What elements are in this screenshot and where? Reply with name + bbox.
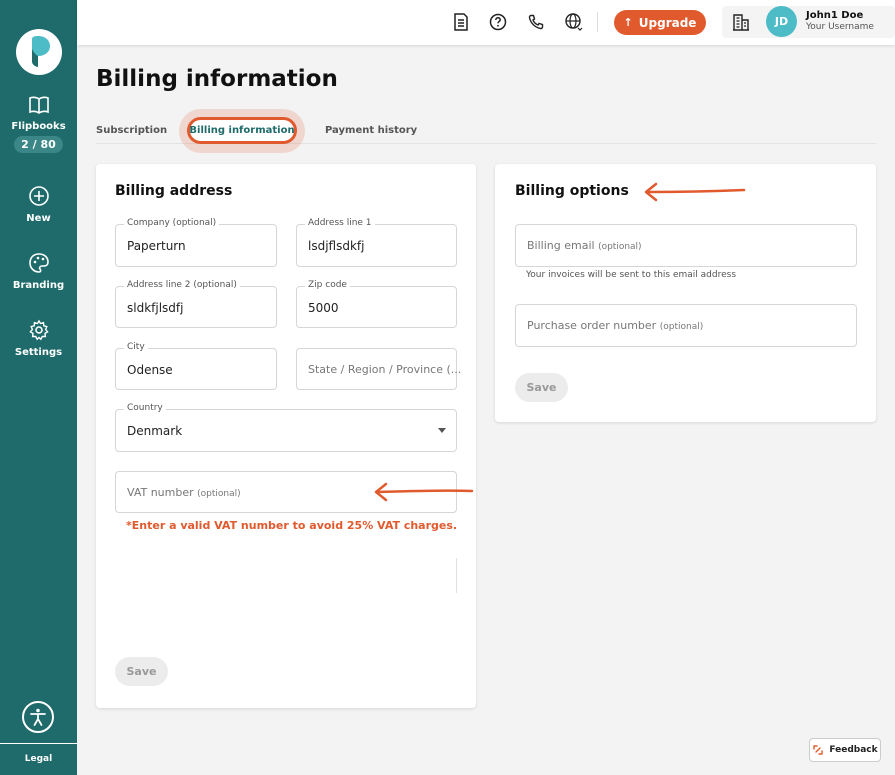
user-username: Your Username: [806, 22, 874, 32]
gear-icon: [28, 319, 49, 341]
zip-code-value: 5000: [308, 301, 339, 315]
vat-number-placeholder: VAT number (optional): [127, 486, 241, 499]
app-logo[interactable]: [16, 29, 62, 75]
city-field[interactable]: City Odense: [115, 342, 277, 390]
sidebar: Flipbooks 2 / 80 New Branding Settings L…: [0, 0, 77, 775]
state-placeholder: State / Region / Province (...: [308, 363, 462, 376]
top-header: ↑ Upgrade JD John1 Doe Your Username: [77, 0, 895, 45]
plus-circle-icon: [28, 186, 49, 206]
sidebar-item-label: Settings: [14, 347, 63, 358]
sidebar-item-settings[interactable]: Settings: [0, 319, 77, 358]
billing-options-title: Billing options: [515, 183, 629, 199]
address-line-1-field[interactable]: Address line 1 lsdjflsdkfj: [296, 218, 457, 267]
country-label: Country: [124, 403, 166, 413]
caret-down-icon: [438, 428, 446, 433]
feedback-button[interactable]: Feedback: [809, 738, 881, 762]
building-icon[interactable]: [732, 13, 750, 35]
company-field[interactable]: Company (optional) Paperturn: [115, 218, 277, 267]
company-label: Company (optional): [124, 218, 220, 228]
sidebar-item-label: New: [26, 213, 51, 224]
book-icon: [28, 96, 49, 114]
palette-icon: [28, 253, 49, 273]
address-line-2-value: sldkfjlsdfj: [127, 301, 184, 315]
upgrade-button[interactable]: ↑ Upgrade: [614, 10, 706, 35]
tab-payment-history[interactable]: Payment history: [325, 125, 417, 136]
zip-code-field[interactable]: Zip code 5000: [296, 280, 457, 328]
feedback-icon: [813, 745, 824, 755]
avatar[interactable]: JD: [766, 6, 797, 37]
state-field[interactable]: State / Region / Province (...: [296, 348, 461, 390]
help-icon[interactable]: [488, 12, 508, 32]
tab-subscription[interactable]: Subscription: [96, 125, 167, 136]
language-globe-icon[interactable]: [564, 12, 584, 32]
billing-email-helper: Your invoices will be sent to this email…: [526, 270, 737, 280]
zip-code-label: Zip code: [305, 280, 350, 290]
scroll-divider: [456, 558, 457, 593]
country-select[interactable]: Country Denmark: [115, 403, 457, 452]
phone-icon[interactable]: [526, 12, 546, 32]
sidebar-item-label: Flipbooks: [11, 121, 66, 132]
accessibility-button[interactable]: [22, 701, 54, 733]
account-menu[interactable]: JD John1 Doe Your Username: [722, 6, 895, 38]
sidebar-item-branding[interactable]: Branding: [0, 252, 77, 291]
arrow-up-icon: ↑: [623, 16, 633, 29]
address-line-1-label: Address line 1: [305, 218, 375, 228]
annotation-arrow-icon: [644, 182, 746, 202]
sidebar-divider: [0, 743, 77, 744]
company-value: Paperturn: [127, 239, 186, 253]
billing-email-placeholder: Billing email (optional): [527, 239, 642, 252]
purchase-order-placeholder: Purchase order number (optional): [527, 319, 704, 332]
country-value: Denmark: [127, 424, 183, 438]
purchase-order-field[interactable]: Purchase order number (optional): [515, 304, 857, 347]
billing-address-save-button[interactable]: Save: [115, 657, 168, 686]
annotation-arrow-icon: [374, 482, 474, 502]
feedback-label: Feedback: [829, 745, 878, 755]
vat-warning-text: *Enter a valid VAT number to avoid 25% V…: [126, 519, 458, 532]
address-line-2-label: Address line 2 (optional): [124, 280, 240, 290]
sidebar-item-flipbooks[interactable]: Flipbooks 2 / 80: [0, 95, 77, 153]
address-line-1-value: lsdjflsdkfj: [308, 239, 365, 253]
flipbooks-count-badge: 2 / 80: [14, 136, 63, 153]
tab-billing-information[interactable]: Billing information: [187, 117, 297, 144]
header-divider: [597, 12, 598, 32]
document-icon[interactable]: [451, 12, 471, 32]
billing-options-save-button[interactable]: Save: [515, 373, 568, 402]
sidebar-item-label: Branding: [12, 280, 65, 291]
legal-link[interactable]: Legal: [0, 754, 77, 764]
billing-address-title: Billing address: [115, 183, 233, 199]
accessibility-icon: [30, 708, 46, 726]
billing-email-field[interactable]: Billing email (optional): [515, 224, 857, 267]
city-label: City: [124, 342, 148, 352]
address-line-2-field[interactable]: Address line 2 (optional) sldkfjlsdfj: [115, 280, 277, 328]
user-name: John1 Doe: [806, 10, 864, 21]
sidebar-item-new[interactable]: New: [0, 185, 77, 224]
upgrade-label: Upgrade: [638, 15, 697, 30]
city-value: Odense: [127, 363, 173, 377]
page-title: Billing information: [96, 66, 338, 92]
